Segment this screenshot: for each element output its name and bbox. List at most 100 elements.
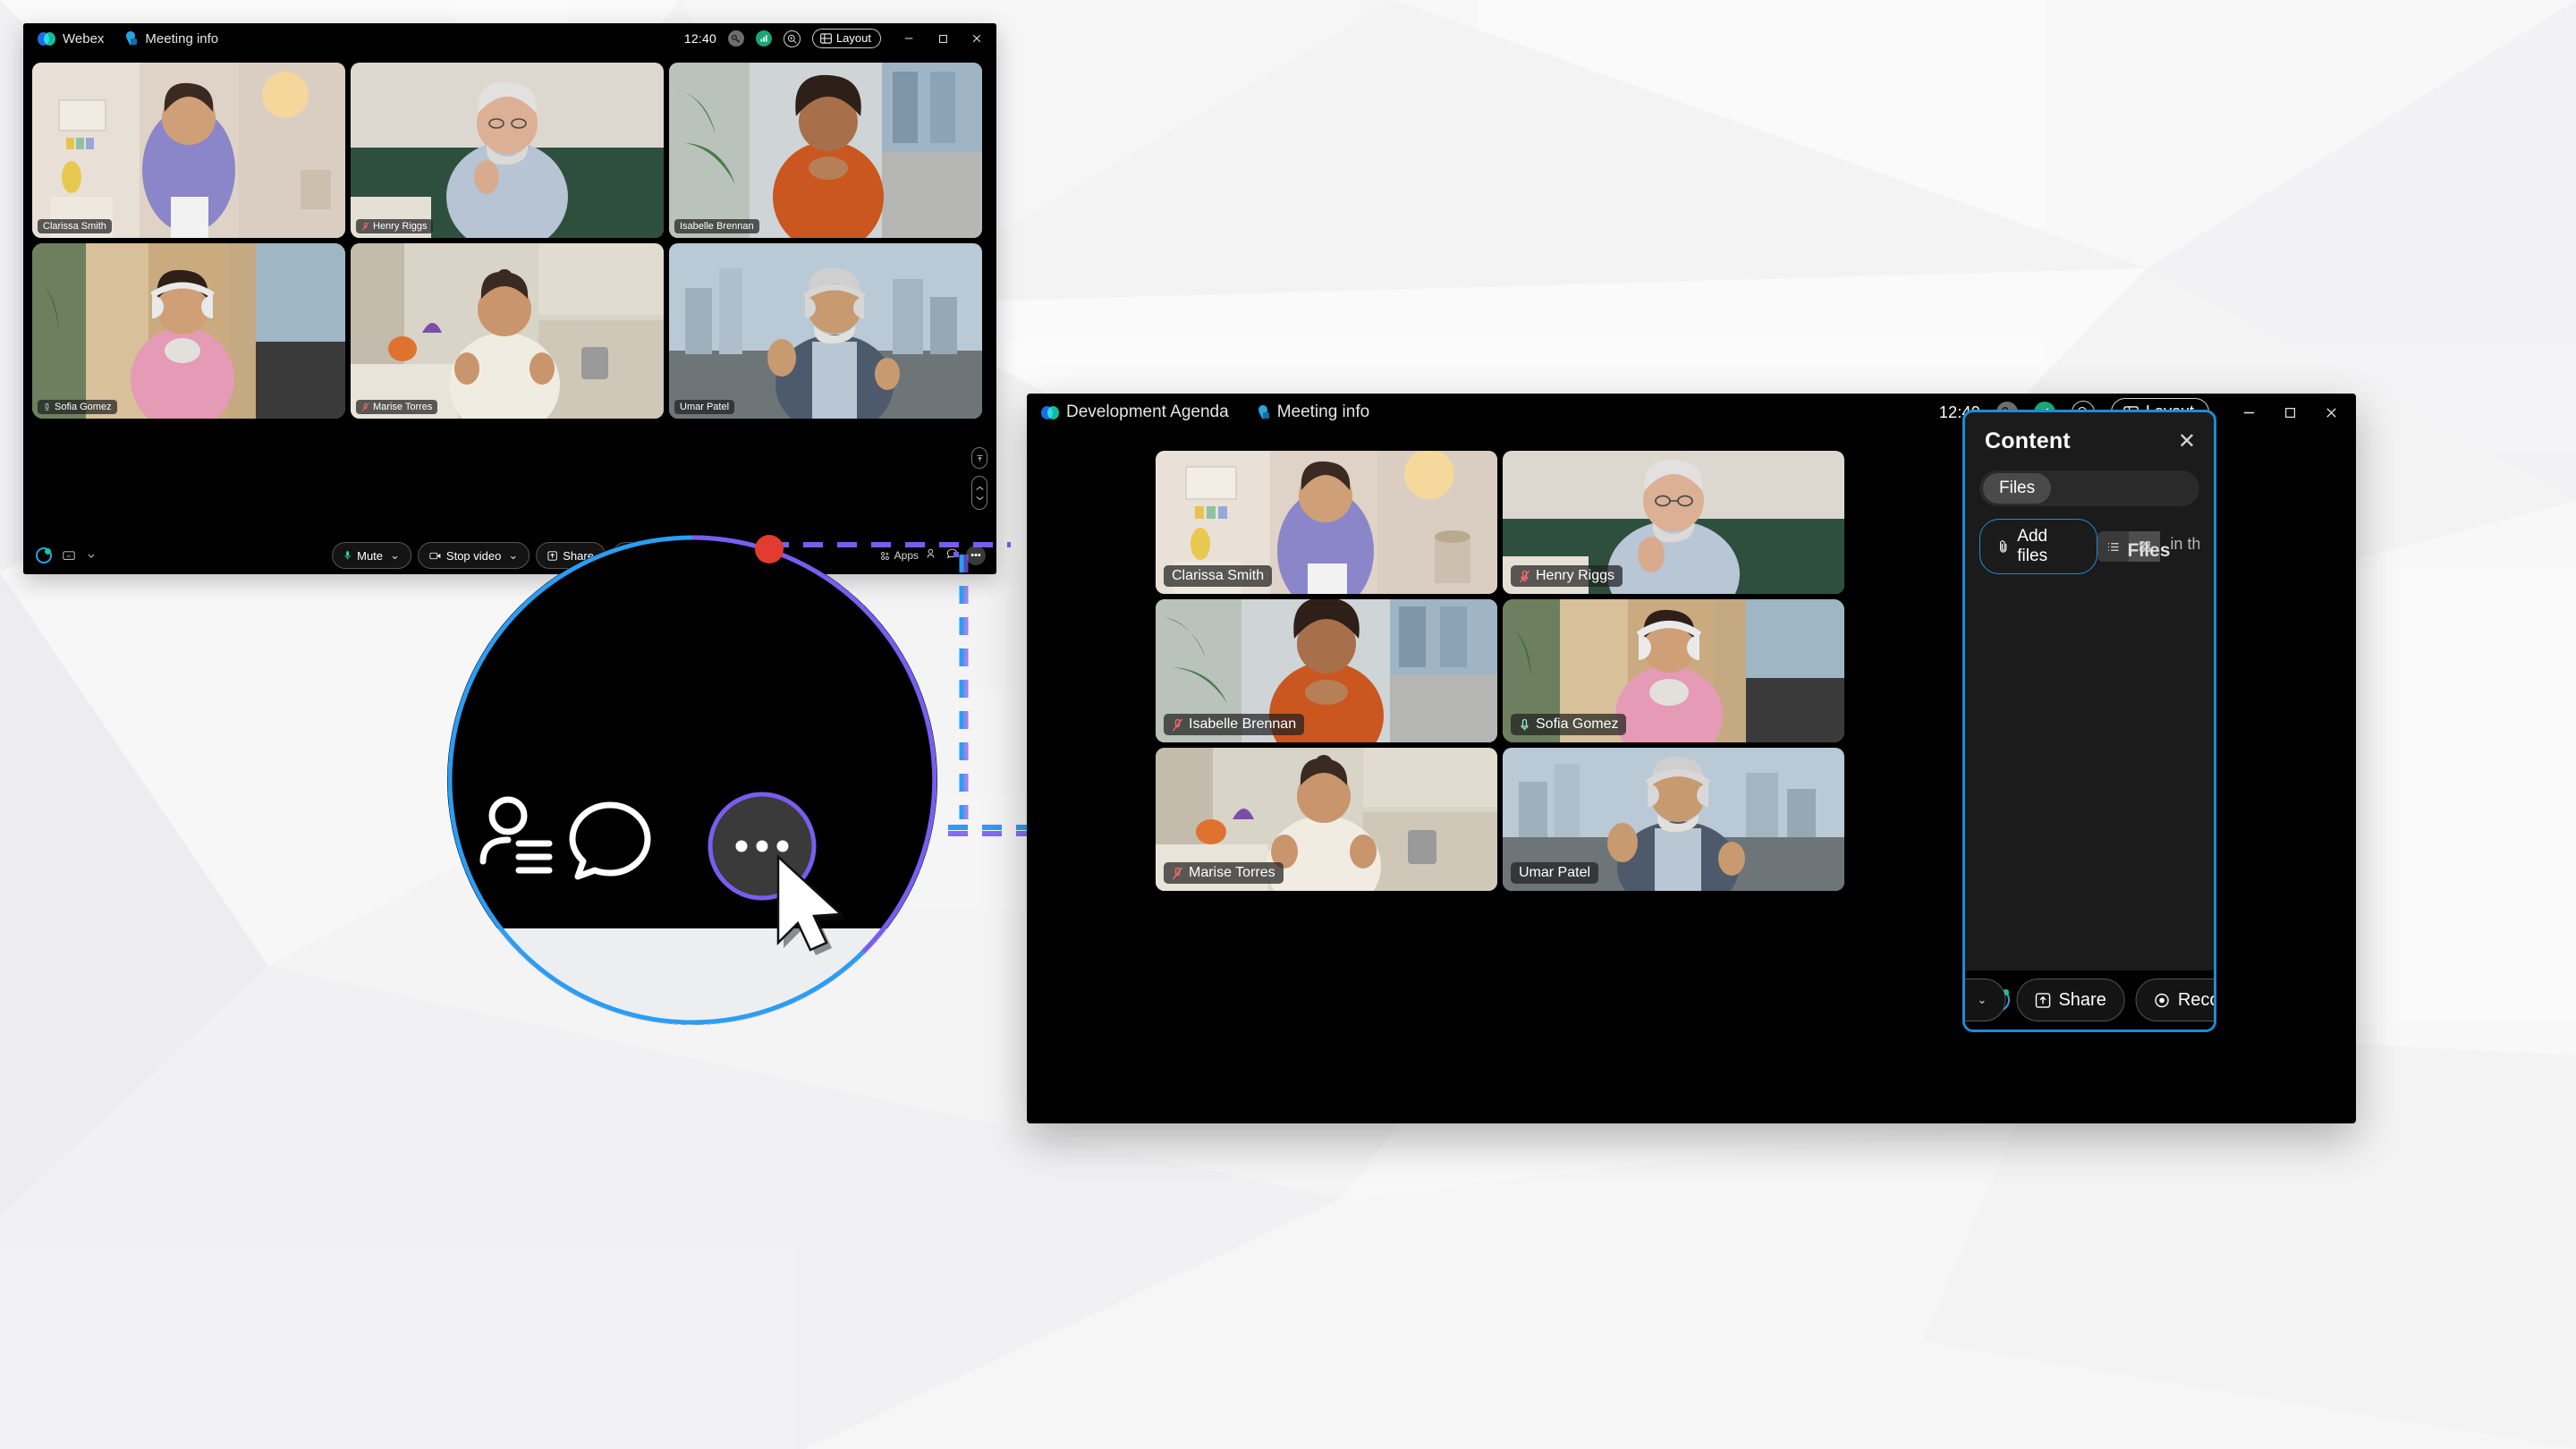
microphone-icon (344, 551, 351, 560)
background-meeting-info-button[interactable]: Meeting info (123, 30, 218, 47)
participant-tile[interactable]: Isabelle Brennan (669, 63, 982, 238)
participant-tile[interactable]: Umar Patel (669, 243, 982, 419)
docked-content-panel[interactable]: Content ✕ Files Add files Files Come her… (1962, 410, 2216, 1032)
participant-tile[interactable]: Clarissa Smith (1156, 451, 1497, 594)
chevron-down-icon[interactable]: ⌄ (1978, 993, 1987, 1007)
participant-video (32, 243, 345, 419)
paperclip-icon (2000, 540, 2007, 553)
participant-tile-active-speaker[interactable]: Sofia Gomez (1503, 599, 1844, 742)
chevron-down-icon[interactable]: ⌄ (390, 548, 400, 563)
participant-name-chip: Clarissa Smith (1164, 565, 1273, 587)
background-meeting-window[interactable]: Webex Meeting info 12:40 Layout Clarissa… (23, 23, 996, 574)
network-quality-icon[interactable] (755, 30, 772, 47)
participant-name-chip: Henry Riggs (356, 219, 433, 233)
meeting-title: Development Agenda (1041, 402, 1229, 422)
participants-icon[interactable] (927, 547, 938, 564)
participant-name: Henry Riggs (1536, 568, 1615, 583)
close-icon[interactable]: ✕ (2178, 430, 2196, 453)
main-meeting-window[interactable]: Development Agenda Meeting info 12:40 Cl… (1027, 394, 2356, 1123)
chat-icon[interactable] (946, 547, 958, 564)
participant-tile[interactable]: Henry Riggs (351, 63, 664, 238)
stop-video-button[interactable]: Stop video ⌄ (417, 542, 530, 569)
participant-tile[interactable]: Isabelle Brennan (1156, 599, 1497, 742)
add-files-button[interactable]: Add files (1979, 519, 2098, 574)
participant-name-chip: Sofia Gomez (1511, 714, 1627, 735)
docked-content-actions: Add files Files Come here to find all th… (1965, 506, 2214, 574)
connection-key-icon[interactable] (727, 30, 744, 47)
docked-content-tabs[interactable]: Files (1979, 470, 2199, 506)
participant-name-chip: Umar Patel (1511, 862, 1599, 884)
minimize-button[interactable] (900, 30, 918, 47)
mic-muted-icon (1519, 570, 1530, 582)
mic-muted-icon (361, 402, 369, 411)
participant-name-chip: Marise Torres (356, 400, 438, 414)
empty-state-body: Come here to find all the files shared i… (2170, 535, 2199, 562)
docked-content-empty-state: Files Come here to find all the files sh… (2128, 531, 2199, 562)
camera-icon (429, 552, 441, 559)
mic-muted-icon (1521, 718, 1529, 730)
layout-button[interactable]: Layout (811, 29, 881, 48)
mic-muted-icon (45, 402, 49, 411)
participant-video (351, 63, 664, 238)
participant-name-chip: Isabelle Brennan (1164, 714, 1305, 735)
magnifier-callout (447, 535, 937, 1025)
participant-video (32, 63, 345, 238)
background-clock: 12:40 (683, 31, 716, 46)
magnifier-content (447, 535, 937, 1025)
background-meeting-toolbar: cc Mute ⌄ Stop video ⌄ Share Record (23, 537, 996, 574)
participant-tile-active-speaker[interactable]: Sofia Gomez (32, 243, 345, 419)
participant-name: Sofia Gomez (1536, 716, 1619, 732)
more-options-button[interactable]: ••• (966, 546, 986, 565)
list-view-button[interactable] (2097, 531, 2130, 562)
background-window-titlebar: Webex Meeting info 12:40 Layout (23, 23, 996, 54)
participant-video (351, 243, 664, 419)
closed-captions-button[interactable]: cc (63, 550, 95, 561)
participant-video (669, 243, 982, 419)
participant-name: Isabelle Brennan (1189, 716, 1297, 732)
share-button[interactable]: Share (2016, 979, 2125, 1021)
record-icon (2155, 993, 2170, 1007)
record-button[interactable]: Record (2135, 979, 2214, 1021)
participant-name-chip: Isabelle Brennan (674, 219, 759, 233)
apps-button[interactable]: Apps (880, 549, 919, 562)
minimize-button[interactable] (2240, 403, 2258, 421)
share-screen-icon (547, 550, 557, 561)
participant-tile[interactable]: Henry Riggs (1503, 451, 1844, 594)
participant-tile[interactable]: Marise Torres (1156, 748, 1497, 891)
chevron-down-icon[interactable]: ⌄ (508, 548, 518, 563)
mic-muted-icon (1172, 718, 1183, 731)
mute-button[interactable]: Mute ⌄ (332, 542, 411, 569)
webex-app-title: Webex (38, 31, 104, 47)
zoom-level-button[interactable] (783, 30, 801, 47)
background-video-stage: Clarissa Smith Henry Riggs Isabelle Bren… (23, 54, 996, 537)
participant-name: Marise Torres (1189, 865, 1275, 880)
maximize-button[interactable] (2281, 403, 2299, 421)
mic-muted-icon (1172, 867, 1183, 879)
webex-logo-icon (1041, 405, 1059, 419)
layout-grid-icon (820, 32, 832, 44)
meeting-info-icon (126, 31, 138, 46)
meeting-info-button[interactable]: Meeting info (1256, 402, 1369, 422)
participant-name: Umar Patel (1519, 865, 1591, 880)
main-meeting-toolbar: cc Mute ⌄ Stop video ⌄ Share Record (1965, 970, 2214, 1030)
participant-tile[interactable]: Umar Patel (1503, 748, 1844, 891)
participant-name: Isabelle Brennan (680, 221, 754, 232)
captions-icon: cc (63, 550, 75, 560)
close-button[interactable] (2322, 403, 2340, 421)
maximize-button[interactable] (934, 30, 952, 47)
background-stage-scroll-controls[interactable] (971, 447, 987, 510)
stop-video-button[interactable]: Stop video ⌄ (1965, 979, 2006, 1021)
webex-assistant-icon[interactable] (36, 547, 52, 564)
participant-tile[interactable]: Marise Torres (351, 243, 664, 419)
empty-state-heading: Files (2127, 540, 2171, 561)
participant-tile[interactable]: Clarissa Smith (32, 63, 345, 238)
webex-logo-icon (38, 31, 55, 46)
close-button[interactable] (968, 30, 986, 47)
participant-name: Sofia Gomez (55, 402, 112, 412)
view-mode-toggle[interactable]: Files Come here to find all the files sh… (2097, 531, 2199, 562)
scroll-updown-button[interactable] (971, 476, 987, 510)
share-screen-icon (2035, 992, 2051, 1008)
scroll-top-button[interactable] (971, 447, 987, 469)
participant-name: Clarissa Smith (43, 221, 106, 232)
tab-files[interactable]: Files (1983, 473, 2052, 504)
